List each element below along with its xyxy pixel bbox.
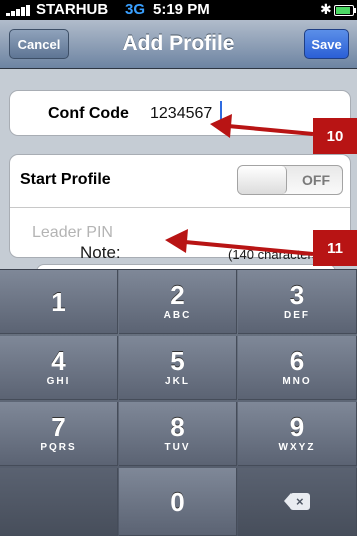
key-2[interactable]: 2 ABC xyxy=(119,270,237,334)
callout-badge-10: 10 xyxy=(313,118,357,154)
key-letters: PQRS xyxy=(40,442,77,453)
key-3[interactable]: 3 DEF xyxy=(238,270,357,334)
key-letters: MNO xyxy=(282,376,312,387)
delete-key[interactable]: × xyxy=(238,468,357,536)
key-digit: 0 xyxy=(170,486,185,517)
key-letters: TUV xyxy=(164,442,191,453)
arrow-to-conf-code xyxy=(210,114,314,138)
key-digit: 4 xyxy=(51,346,66,376)
arrow-to-leader-pin xyxy=(165,229,314,256)
key-digit: 3 xyxy=(289,280,305,310)
key-0[interactable]: 0 xyxy=(119,468,237,536)
key-letters: DEF xyxy=(284,310,310,321)
key-digit: 7 xyxy=(51,412,66,442)
key-digit: 2 xyxy=(170,280,185,310)
key-5[interactable]: 5 JKL xyxy=(119,336,237,400)
key-letters: GHI xyxy=(46,376,71,387)
key-7[interactable]: 7 PQRS xyxy=(0,402,118,466)
key-letters: WXYZ xyxy=(278,442,316,453)
key-digit: 6 xyxy=(289,346,305,376)
key-9[interactable]: 9 WXYZ xyxy=(238,402,357,466)
key-blank xyxy=(0,468,118,536)
key-6[interactable]: 6 MNO xyxy=(238,336,357,400)
key-letters: JKL xyxy=(165,376,190,387)
numeric-keypad: 1 2 ABC 3 DEF 4 GHI 5 JKL 6 MNO 7 PQRS 8… xyxy=(0,269,357,536)
key-8[interactable]: 8 TUV xyxy=(119,402,237,466)
key-digit: 1 xyxy=(51,286,66,317)
callout-badge-11: 11 xyxy=(313,230,357,266)
key-digit: 9 xyxy=(289,412,305,442)
delete-backspace-icon: × xyxy=(284,493,310,510)
key-4[interactable]: 4 GHI xyxy=(0,336,118,400)
key-letters: ABC xyxy=(163,310,192,321)
key-digit: 8 xyxy=(170,412,185,442)
key-digit: 5 xyxy=(170,346,185,376)
key-1[interactable]: 1 xyxy=(0,270,118,334)
